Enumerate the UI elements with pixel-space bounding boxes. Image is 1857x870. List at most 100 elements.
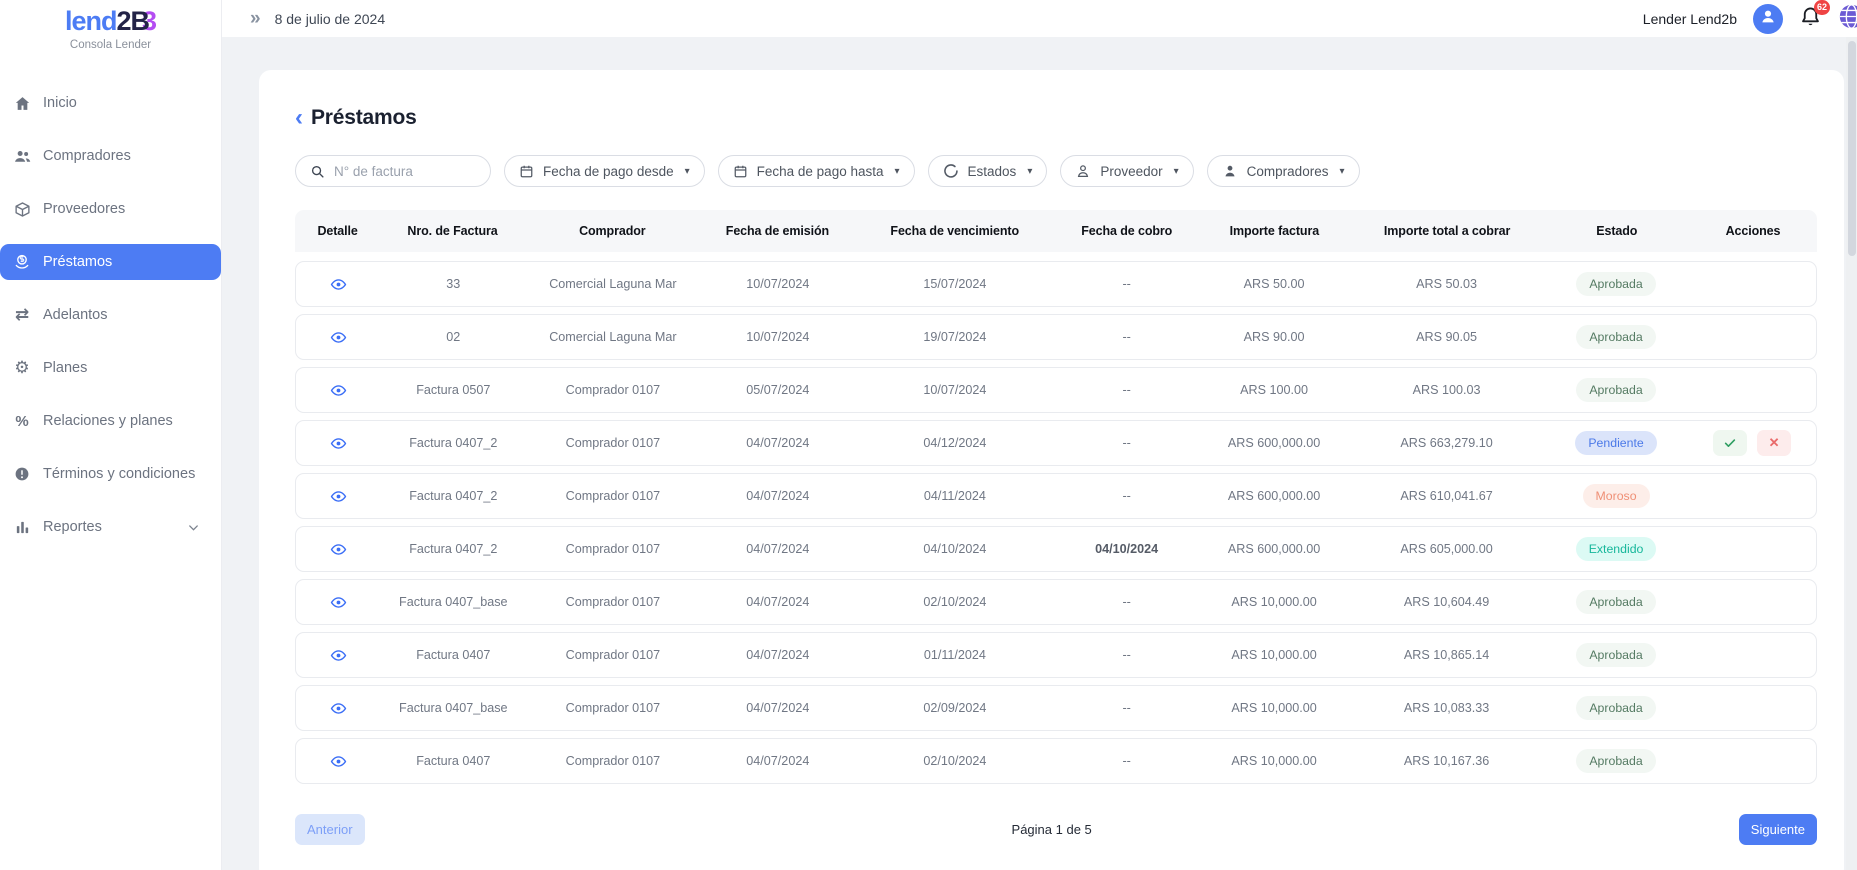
column-header: Fecha de cobro	[1054, 224, 1199, 238]
buyer-name: Comprador 0107	[526, 436, 701, 450]
buyer-name: Comercial Laguna Mar	[526, 277, 701, 291]
sidebar-item-relaciones-y-planes[interactable]: % Relaciones y planes	[0, 395, 221, 448]
filter-label: Compradores	[1247, 164, 1329, 179]
detail-eye-icon[interactable]	[330, 488, 347, 505]
approve-button[interactable]	[1713, 430, 1747, 456]
filter-fecha-hasta[interactable]: Fecha de pago hasta ▾	[718, 155, 915, 187]
invoice-amount: ARS 50.00	[1199, 277, 1349, 291]
buyer-name: Comprador 0107	[526, 754, 701, 768]
language-button[interactable]	[1838, 3, 1857, 35]
invoice-number: Factura 0407_2	[381, 542, 525, 556]
total-amount: ARS 10,083.33	[1349, 701, 1544, 715]
page-title-row: ‹ Préstamos	[295, 106, 1816, 130]
buyer-name: Comprador 0107	[526, 648, 701, 662]
filter-estados[interactable]: Estados▾	[928, 155, 1048, 187]
due-date: 10/07/2024	[855, 383, 1054, 397]
app-window: lend2B3 Consola Lender Inicio Compradore…	[0, 0, 1857, 870]
filter-fecha-desde[interactable]: Fecha de pago desde▾	[504, 155, 705, 187]
due-date: 01/11/2024	[855, 648, 1054, 662]
gear-icon: ⚙	[10, 360, 34, 377]
detail-eye-icon[interactable]	[330, 382, 347, 399]
caret-down-icon: ▾	[895, 166, 900, 177]
column-header: Detalle	[295, 224, 380, 238]
status-badge: Aprobada	[1576, 378, 1655, 402]
close-icon: ✕	[1769, 435, 1780, 451]
collapse-sidebar-icon[interactable]: »	[250, 9, 261, 28]
invoice-amount: ARS 10,000.00	[1199, 648, 1349, 662]
invoice-number: Factura 0407_base	[381, 595, 525, 609]
filter-compradores[interactable]: Compradores▾	[1207, 155, 1360, 187]
issue-date: 04/07/2024	[700, 648, 855, 662]
invoice-amount: ARS 600,000.00	[1199, 436, 1349, 450]
person-filled-icon	[1222, 163, 1238, 179]
status-ring-icon	[943, 163, 959, 179]
sidebar-item-prestamos[interactable]: Préstamos	[0, 244, 221, 280]
next-page-button[interactable]: Siguiente	[1739, 814, 1817, 845]
sidebar-item-proveedores[interactable]: Proveedores	[0, 183, 221, 236]
sidebar-item-planes[interactable]: ⚙ Planes	[0, 342, 221, 395]
detail-eye-icon[interactable]	[330, 541, 347, 558]
status-badge: Aprobada	[1576, 749, 1655, 773]
buyer-name: Comercial Laguna Mar	[526, 330, 701, 344]
table-row: Factura 0407 Comprador 0107 04/07/2024 0…	[295, 632, 1817, 678]
detail-eye-icon[interactable]	[330, 594, 347, 611]
person-outline-icon	[1075, 163, 1091, 179]
page-info: Página 1 de 5	[365, 822, 1739, 837]
logo[interactable]: lend2B3 Consola Lender	[0, 0, 221, 51]
home-icon	[10, 95, 34, 112]
buyer-name: Comprador 0107	[526, 489, 701, 503]
invoice-number: 02	[381, 330, 525, 344]
detail-eye-icon[interactable]	[330, 647, 347, 664]
invoice-number: Factura 0407_2	[381, 436, 525, 450]
filter-dropdowns: Fecha de pago desde▾ Fecha de pago hasta ▾…	[504, 155, 1360, 187]
logo-text-blue: lend	[65, 6, 117, 36]
vertical-scrollbar[interactable]	[1846, 37, 1857, 870]
sidebar-item-adelantos[interactable]: ⇄ Adelantos	[0, 289, 221, 342]
invoice-amount: ARS 100.00	[1199, 383, 1349, 397]
table-row: 02 Comercial Laguna Mar 10/07/2024 19/07…	[295, 314, 1817, 360]
detail-eye-icon[interactable]	[330, 329, 347, 346]
sidebar-item-inicio[interactable]: Inicio	[0, 77, 221, 130]
due-date: 19/07/2024	[855, 330, 1054, 344]
due-date: 15/07/2024	[855, 277, 1054, 291]
notifications-button[interactable]: 62	[1799, 5, 1822, 33]
table-body: 33 Comercial Laguna Mar 10/07/2024 15/07…	[295, 261, 1817, 784]
search-input[interactable]	[334, 164, 476, 179]
due-date: 02/10/2024	[855, 595, 1054, 609]
filter-proveedor[interactable]: Proveedor▾	[1060, 155, 1193, 187]
profile-avatar[interactable]	[1753, 4, 1783, 34]
scrollbar-thumb[interactable]	[1848, 41, 1856, 256]
filter-label: Fecha de pago hasta	[757, 164, 884, 179]
total-amount: ARS 663,279.10	[1349, 436, 1544, 450]
table-row: Factura 0407_base Comprador 0107 04/07/2…	[295, 579, 1817, 625]
total-amount: ARS 100.03	[1349, 383, 1544, 397]
sidebar-item-terminos-y-condiciones[interactable]: Términos y condiciones	[0, 448, 221, 501]
sidebar-item-compradores[interactable]: Compradores	[0, 130, 221, 183]
total-amount: ARS 605,000.00	[1349, 542, 1544, 556]
column-header: Comprador	[525, 224, 700, 238]
detail-eye-icon[interactable]	[330, 753, 347, 770]
invoice-amount: ARS 600,000.00	[1199, 542, 1349, 556]
collection-date: --	[1054, 754, 1198, 768]
issue-date: 04/07/2024	[700, 754, 855, 768]
avatar-person-icon	[1758, 6, 1778, 31]
topbar: » 8 de julio de 2024 Lender Lend2b 62	[222, 0, 1857, 37]
detail-eye-icon[interactable]	[330, 276, 347, 293]
reject-button[interactable]: ✕	[1757, 430, 1791, 456]
invoice-search[interactable]	[295, 155, 491, 187]
content-area: ‹ Préstamos Fecha de pago desde▾Fecha de…	[222, 37, 1857, 870]
back-chevron-icon[interactable]: ‹	[295, 108, 303, 128]
due-date: 04/11/2024	[855, 489, 1054, 503]
collection-date: --	[1054, 330, 1198, 344]
total-amount: ARS 50.03	[1349, 277, 1544, 291]
sidebar-item-reportes[interactable]: Reportes	[0, 501, 221, 554]
current-date: 8 de julio de 2024	[275, 11, 386, 27]
previous-page-button[interactable]: Anterior	[295, 814, 365, 845]
due-date: 02/09/2024	[855, 701, 1054, 715]
status-badge: Aprobada	[1576, 590, 1655, 614]
filter-label: Fecha de pago desde	[543, 164, 674, 179]
issue-date: 04/07/2024	[700, 436, 855, 450]
detail-eye-icon[interactable]	[330, 435, 347, 452]
detail-eye-icon[interactable]	[330, 700, 347, 717]
loan-icon	[10, 253, 34, 271]
